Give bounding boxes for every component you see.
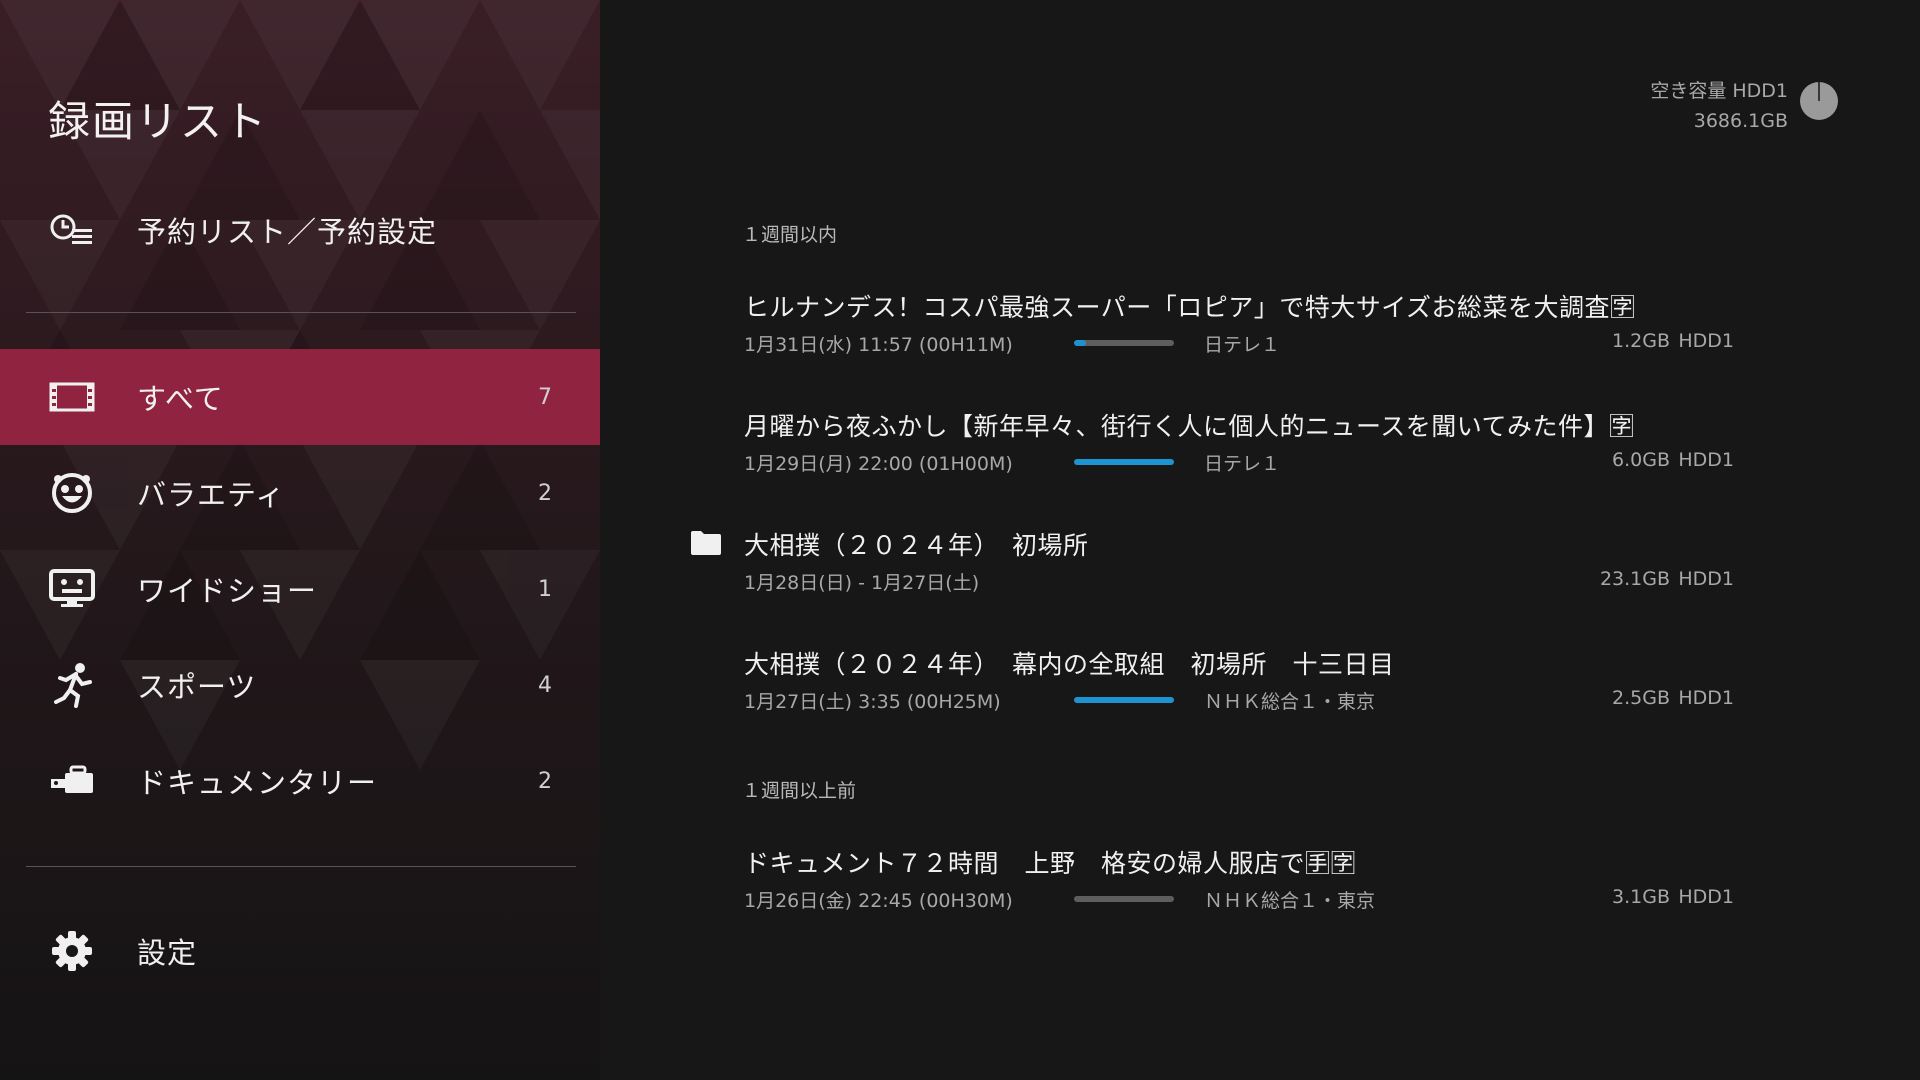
sidebar-item-variety[interactable]: バラエティ 2 — [0, 445, 600, 541]
sidebar-item-count: 2 — [538, 480, 552, 506]
recording-date: 1月26日(金) 22:45 (00H30M) — [744, 890, 1013, 912]
settings-button[interactable]: 設定 — [0, 903, 600, 999]
recording-title: ドキュメント７２時間 上野 格安の婦人服店で🈐🈑 — [744, 849, 1357, 878]
settings-label: 設定 — [137, 936, 198, 970]
recording-drive: HDD1 — [1678, 568, 1734, 590]
recording-folder-item[interactable]: 大相撲（２０２４年） 初場所 1月28日(日) - 1月27日(土) 23.1G… — [600, 526, 1920, 636]
recording-channel: 日テレ１ — [1204, 453, 1281, 475]
storage-info: 空き容量 HDD1 3686.1GB — [1650, 76, 1788, 136]
recording-size: 2.5GB — [1612, 687, 1670, 709]
recording-item[interactable]: ヒルナンデス！コスパ最強スーパー「ロピア」で特大サイズお総菜を大調査🈑 1月31… — [600, 288, 1920, 398]
schedule-list-label: 予約リスト／予約設定 — [137, 215, 438, 249]
recording-date: 1月28日(日) - 1月27日(土) — [744, 572, 980, 594]
section-header-older-than-week: １週間以上前 — [742, 780, 857, 802]
watch-progress-bar — [1074, 459, 1174, 465]
recording-title: 大相撲（２０２４年） 初場所 — [744, 531, 1089, 560]
gear-icon — [48, 927, 96, 975]
film-icon — [48, 373, 96, 421]
storage-label: 空き容量 HDD1 — [1650, 80, 1788, 102]
smiley-face-icon — [48, 469, 96, 517]
sidebar-item-documentary[interactable]: ドキュメンタリー 2 — [0, 733, 600, 829]
running-person-icon — [48, 661, 96, 709]
watch-progress-fill — [1074, 340, 1086, 346]
recording-size: 6.0GB — [1612, 449, 1670, 471]
sidebar-divider — [26, 866, 576, 867]
watch-progress-fill — [1074, 697, 1174, 703]
watch-progress-bar — [1074, 697, 1174, 703]
sidebar-item-sports[interactable]: スポーツ 4 — [0, 637, 600, 733]
sidebar-item-wideshow[interactable]: ワイドショー 1 — [0, 541, 600, 637]
schedule-list-button[interactable]: 予約リスト／予約設定 — [0, 190, 600, 270]
sidebar-item-count: 1 — [538, 576, 552, 602]
sidebar: 録画リスト 予約リスト／予約設定 すべて 7 バラエティ 2 ワイドショー 1 … — [0, 0, 600, 1080]
recording-title: 月曜から夜ふかし【新年早々、街行く人に個人的ニュースを聞いてみた件】🈑 — [744, 412, 1635, 441]
sidebar-item-label: ドキュメンタリー — [137, 766, 378, 800]
recording-title: ヒルナンデス！コスパ最強スーパー「ロピア」で特大サイズお総菜を大調査🈑 — [744, 293, 1636, 322]
recording-drive: HDD1 — [1678, 886, 1734, 908]
sidebar-item-label: すべて — [137, 382, 224, 416]
recording-channel: 日テレ１ — [1204, 334, 1281, 356]
sidebar-item-count: 4 — [538, 672, 552, 698]
recording-item[interactable]: 月曜から夜ふかし【新年早々、街行く人に個人的ニュースを聞いてみた件】🈑 1月29… — [600, 407, 1920, 517]
storage-value: 3686.1GB — [1693, 110, 1788, 132]
recording-item[interactable]: 大相撲（２０２４年） 幕内の全取組 初場所 十三日目 1月27日(土) 3:35… — [600, 645, 1920, 755]
recording-channel: ＮＨＫ総合１・東京 — [1204, 890, 1376, 912]
recording-drive: HDD1 — [1678, 449, 1734, 471]
tv-face-icon — [48, 565, 96, 613]
sidebar-item-label: スポーツ — [137, 670, 257, 704]
recording-date: 1月27日(土) 3:35 (00H25M) — [744, 691, 1001, 713]
watch-progress-bar — [1074, 896, 1174, 902]
recording-item[interactable]: ドキュメント７２時間 上野 格安の婦人服店で🈐🈑 1月26日(金) 22:45 … — [600, 844, 1920, 954]
recording-size: 3.1GB — [1612, 886, 1670, 908]
recording-date: 1月31日(水) 11:57 (00H11M) — [744, 334, 1013, 356]
sidebar-item-label: バラエティ — [137, 478, 286, 512]
recording-size: 1.2GB — [1612, 330, 1670, 352]
recording-drive: HDD1 — [1678, 330, 1734, 352]
sidebar-item-all[interactable]: すべて 7 — [0, 349, 600, 445]
section-header-within-week: １週間以内 — [742, 224, 838, 246]
sidebar-divider — [26, 312, 576, 313]
schedule-clock-list-icon — [48, 206, 96, 254]
sidebar-item-count: 2 — [538, 768, 552, 794]
video-camera-icon — [48, 757, 96, 805]
folder-icon — [690, 530, 722, 556]
recording-title: 大相撲（２０２４年） 幕内の全取組 初場所 十三日目 — [744, 650, 1395, 679]
sidebar-item-label: ワイドショー — [137, 574, 318, 608]
watch-progress-bar — [1074, 340, 1174, 346]
recording-date: 1月29日(月) 22:00 (01H00M) — [744, 453, 1013, 475]
recording-list-panel: 空き容量 HDD1 3686.1GB １週間以内 ヒルナンデス！コスパ最強スーパ… — [600, 0, 1920, 1080]
recording-list-screen: 録画リスト 予約リスト／予約設定 すべて 7 バラエティ 2 ワイドショー 1 … — [0, 0, 1920, 1080]
storage-pie-icon — [1800, 82, 1838, 120]
page-title: 録画リスト — [48, 97, 269, 146]
sidebar-item-count: 7 — [538, 384, 552, 410]
recording-size: 23.1GB — [1599, 568, 1670, 590]
recording-drive: HDD1 — [1678, 687, 1734, 709]
recording-channel: ＮＨＫ総合１・東京 — [1204, 691, 1376, 713]
watch-progress-fill — [1074, 459, 1174, 465]
